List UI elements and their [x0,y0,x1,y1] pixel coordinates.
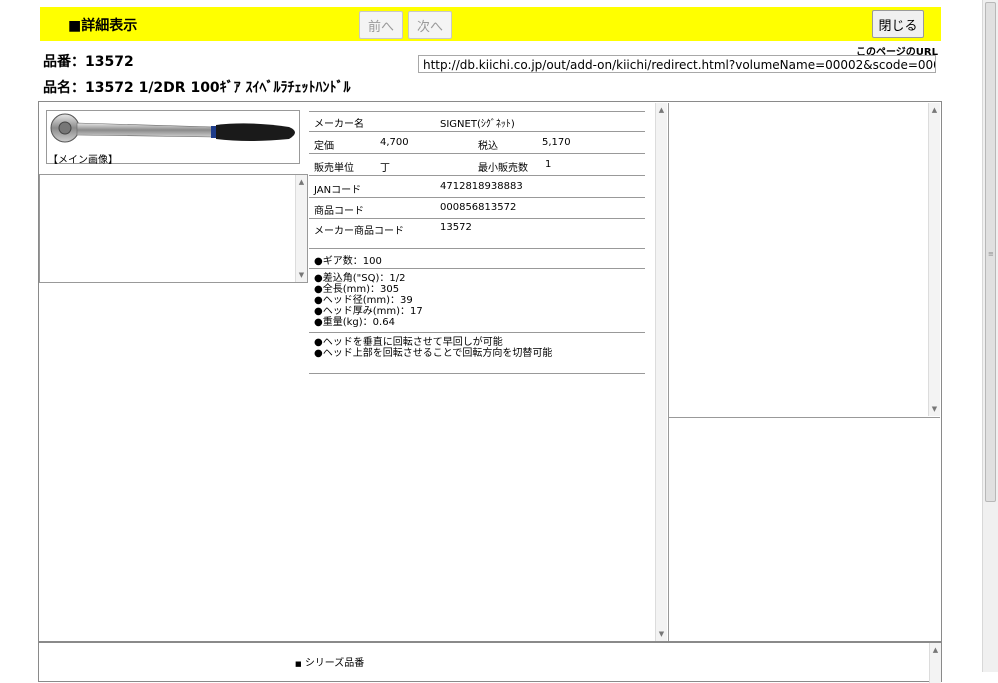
series-label: ■ シリーズ品番 [295,654,364,669]
left-sub-frame: ▲ ▼ [39,174,308,283]
maker-value: SIGNET(ｼｸﾞﾈｯﾄ) [440,119,515,130]
jan-value: 4712818938883 [440,181,523,192]
scroll-up-arrow-icon[interactable]: ▲ [929,106,940,114]
dimension-item: ●ヘッド厚み(mm)：17 [314,306,423,317]
ratchet-handle-image [50,113,295,143]
header-bar: ■詳細表示 前へ 次へ 閉じる [40,7,941,41]
product-code-value: 000856813572 [440,202,517,213]
dimension-list: ●差込角("SQ)：1/2 ●全長(mm)：305 ●ヘッド径(mm)：39 ●… [314,273,423,328]
dimension-item: ●重量(kg)：0.64 [314,317,395,328]
left-frame-scrollbar[interactable]: ▲ ▼ [295,175,307,282]
gear-count: ●ギア数：100 [314,256,382,267]
min-qty-value: 1 [545,159,552,170]
spec-divider [309,197,645,198]
scroll-up-arrow-icon[interactable]: ▲ [930,646,941,654]
spec-divider [309,373,645,374]
spec-divider [309,268,645,269]
spec-divider [309,175,645,176]
dimension-item: ●差込角("SQ)：1/2 [314,273,406,284]
tax-included-label: 税込 [478,141,498,152]
product-number: 品番：13572 [43,54,134,70]
product-code-label: 商品コード [314,206,364,217]
sales-unit-value: 丁 [380,163,390,174]
series-label-text: シリーズ品番 [304,658,365,669]
grip-icon: ≡ [988,250,994,258]
spec-divider [309,332,645,333]
scroll-up-arrow-icon[interactable]: ▲ [296,178,307,186]
bullet-icon: ■ [295,660,302,668]
spec-divider [309,111,645,112]
feature-note: ●ヘッドを垂直に回転させて早回しが可能 [314,337,503,348]
right-frame-scrollbar[interactable]: ▲ ▼ [928,103,940,416]
jan-label: JANコード [314,185,362,196]
window-scrollbar[interactable]: ≡ [982,0,998,672]
spec-divider [309,153,645,154]
scroll-down-arrow-icon[interactable]: ▼ [296,271,307,279]
frame-divider [668,103,669,641]
maker-code-value: 13572 [440,222,472,233]
scroll-down-arrow-icon[interactable]: ▼ [929,405,940,413]
spec-divider [309,248,645,249]
dimension-item: ●全長(mm)：305 [314,284,400,295]
scroll-down-arrow-icon[interactable]: ▼ [656,630,667,638]
min-qty-label: 最小販売数 [478,163,528,174]
spec-divider [309,218,645,219]
price-label: 定価 [314,141,334,152]
scroll-up-arrow-icon[interactable]: ▲ [656,106,667,114]
main-image-caption: 【メイン画像】 [48,155,118,166]
main-image-box: 【メイン画像】 [46,110,300,166]
next-button[interactable]: 次へ [408,11,452,39]
maker-label: メーカー名 [314,119,364,130]
dimension-item: ●ヘッド径(mm)：39 [314,295,413,306]
feature-note: ●ヘッド上部を回転させることで回転方向を切替可能 [314,348,553,359]
page-url-field[interactable]: http://db.kiichi.co.jp/out/add-on/kiichi… [418,55,936,73]
sales-unit-label: 販売単位 [314,163,354,174]
series-frame: ■ シリーズ品番 ▲ [38,642,942,683]
price-value: 4,700 [380,137,409,148]
right-sub-frame: ▲ ▼ [668,103,940,418]
scrollbar-thumb[interactable]: ≡ [985,2,996,502]
spec-frame-scrollbar[interactable]: ▲ ▼ [655,103,667,641]
prev-button[interactable]: 前へ [359,11,403,39]
maker-code-label: メーカー商品コード [314,226,404,237]
page-title: ■詳細表示 [68,18,138,34]
close-button[interactable]: 閉じる [872,10,924,38]
series-frame-scrollbar[interactable]: ▲ [929,643,941,683]
spec-divider [309,131,645,132]
feature-notes: ●ヘッドを垂直に回転させて早回しが可能 ●ヘッド上部を回転させることで回転方向を… [314,337,552,359]
product-name: 品名：13572 1/2DR 100ｷﾞｱ ｽｲﾍﾞﾙﾗﾁｪｯﾄﾊﾝﾄﾞﾙ [43,80,351,96]
tax-included-value: 5,170 [542,137,571,148]
